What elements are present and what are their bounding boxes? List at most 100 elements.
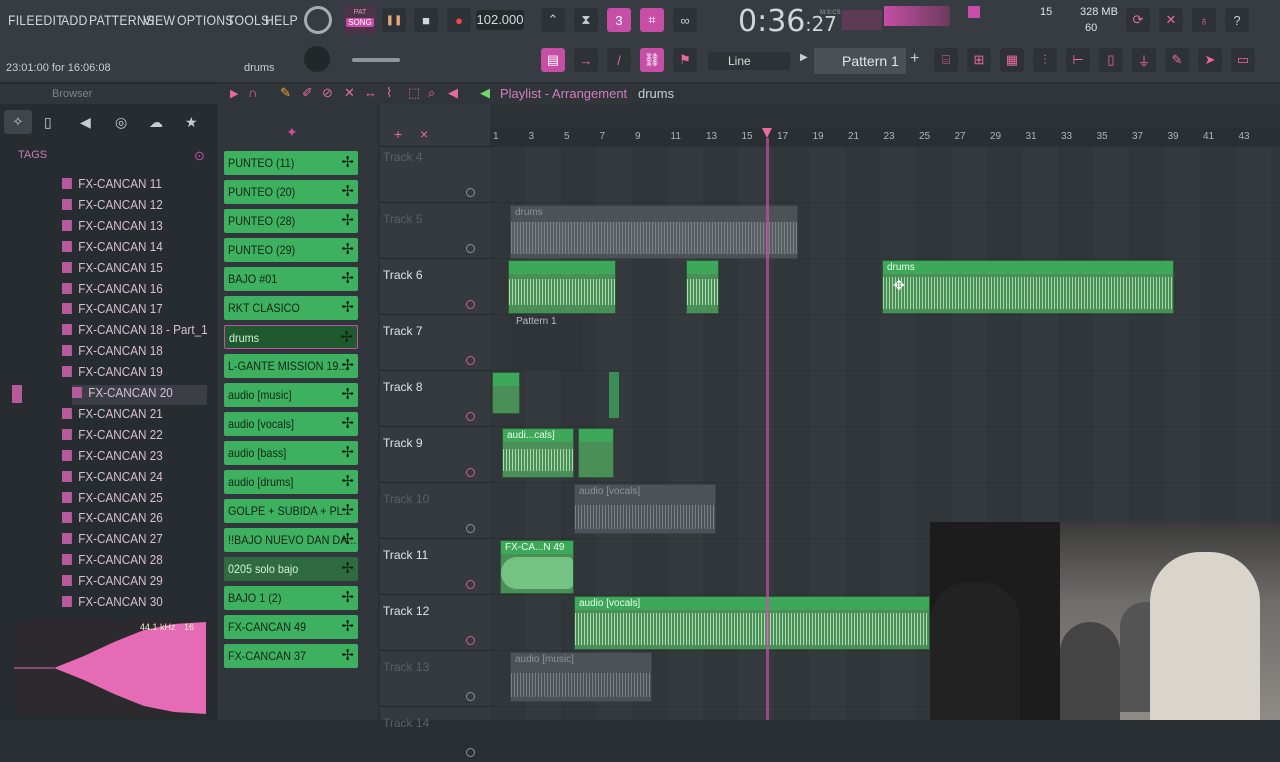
picker-channel-item[interactable]: PUNTEO (29) ✢ xyxy=(224,238,358,262)
picker-channel-item[interactable]: audio [music] ✢ xyxy=(224,383,358,407)
tools-icon[interactable]: ✕ xyxy=(1159,8,1183,32)
clip-drums-track6[interactable]: drums xyxy=(882,260,1174,314)
menu-tools[interactable]: TOOLS xyxy=(227,12,269,28)
mute-tool-icon[interactable]: ✕ xyxy=(344,85,355,101)
add-track-icon[interactable]: + xyxy=(394,126,402,142)
clip-audio-vocals-track12[interactable]: audio [vocals] xyxy=(574,596,930,650)
drag-handle-icon[interactable]: ✢ xyxy=(341,528,354,552)
browser-file-item[interactable]: FX-CANCAN 13 xyxy=(62,218,197,238)
picker-channel-item[interactable]: FX-CANCAN 49 ✢ xyxy=(224,615,358,639)
send-icon[interactable]: ➤ xyxy=(1198,48,1222,72)
browser-files-icon[interactable]: ▯ xyxy=(44,114,52,131)
browser-file-item[interactable]: FX-CANCAN 17 xyxy=(62,301,197,321)
track-mute-icon[interactable] xyxy=(466,188,475,197)
magnet-icon[interactable]: ∩ xyxy=(248,85,257,100)
wait-record-icon[interactable]: ⧗ xyxy=(574,8,598,32)
countdown-icon[interactable]: 3 xyxy=(607,8,631,32)
drag-handle-icon[interactable]: ✢ xyxy=(341,383,354,407)
browser-file-item[interactable]: FX-CANCAN 21 xyxy=(62,406,197,426)
drag-handle-icon[interactable]: ✢ xyxy=(341,470,354,494)
track-header[interactable]: Track 6 xyxy=(383,268,423,282)
pen-icon[interactable]: ✎ xyxy=(1165,48,1189,72)
menu-file[interactable]: FILE xyxy=(8,12,35,28)
track-mute-icon[interactable] xyxy=(466,412,475,421)
track-mute-icon[interactable] xyxy=(466,692,475,701)
clip-drums-track5[interactable]: drums xyxy=(510,205,798,259)
picker-channel-item[interactable]: BAJO 1 (2) ✢ xyxy=(224,586,358,610)
track-mute-icon[interactable] xyxy=(466,636,475,645)
browser-file-item[interactable]: FX-CANCAN 12 xyxy=(62,197,197,217)
track-header[interactable]: Track 4 xyxy=(383,150,423,164)
drag-handle-icon[interactable]: ✢ xyxy=(341,644,354,668)
browser-file-item[interactable]: FX-CANCAN 29 xyxy=(62,573,197,593)
picker-channel-item[interactable]: audio [vocals] ✢ xyxy=(224,412,358,436)
picker-channel-item[interactable]: PUNTEO (11) ✢ xyxy=(224,151,358,175)
piano-roll-icon[interactable]: ▦ xyxy=(1000,48,1024,72)
playlist-icon[interactable]: ▤ xyxy=(541,48,565,72)
track-header[interactable]: Track 11 xyxy=(383,548,428,562)
clip-fx-cancan-49-track11[interactable]: FX-CA...N 49 xyxy=(500,540,574,594)
clip-audio-vocals-track9[interactable]: audi...cals] xyxy=(502,428,574,478)
browser-file-item[interactable]: FX-CANCAN 22 xyxy=(62,427,197,447)
browser-file-item[interactable]: FX-CANCAN 26 xyxy=(62,510,197,530)
drag-handle-icon[interactable]: ✢ xyxy=(341,354,354,378)
browser-file-item[interactable]: FX-CANCAN 19 xyxy=(62,364,197,384)
drag-handle-icon[interactable]: ✢ xyxy=(341,441,354,465)
track-header[interactable]: Track 7 xyxy=(383,324,423,338)
drag-handle-icon[interactable]: ✢ xyxy=(341,412,354,436)
track-header[interactable]: Track 12 xyxy=(383,604,429,618)
browser-cloud-icon[interactable]: ☁ xyxy=(149,114,163,131)
picker-channel-item[interactable]: 0205 solo bajo ✢ xyxy=(224,557,358,581)
channel-rack-icon[interactable]: ⊞ xyxy=(967,48,991,72)
link-icon[interactable]: ⛓ xyxy=(640,48,664,72)
tempo-display[interactable]: 102.000 xyxy=(476,10,524,30)
playback-tool-icon[interactable]: ◀ xyxy=(448,85,458,101)
drag-handle-icon[interactable]: ✢ xyxy=(341,615,354,639)
browser-file-item[interactable]: FX-CANCAN 15 xyxy=(62,260,197,280)
drag-handle-icon[interactable]: ✢ xyxy=(341,557,354,581)
menu-edit[interactable]: EDIT xyxy=(35,12,64,28)
tree-icon[interactable]: ⊢ xyxy=(1066,48,1090,72)
drag-handle-icon[interactable]: ✢ xyxy=(341,238,354,262)
track-mute-icon[interactable] xyxy=(466,244,475,253)
drag-handle-icon[interactable]: ✢ xyxy=(341,151,354,175)
draw-tool-icon[interactable]: ✎ xyxy=(280,85,291,101)
step-edit-icon[interactable]: ⌗ xyxy=(640,8,664,32)
clip-track6-b[interactable] xyxy=(686,260,719,314)
record-button[interactable]: ● xyxy=(447,8,471,32)
picker-pattern-icon[interactable]: ✦ xyxy=(286,124,298,141)
browser-file-item[interactable]: FX-CANCAN 14 xyxy=(62,239,197,259)
tags-label[interactable]: TAGS xyxy=(18,149,47,161)
clip-track9-b[interactable] xyxy=(578,428,614,478)
drag-handle-icon[interactable]: ✢ xyxy=(341,267,354,291)
browser-file-item[interactable]: FX-CANCAN 23 xyxy=(62,448,197,468)
template-icon[interactable]: ▭ xyxy=(1231,48,1255,72)
menu-options[interactable]: OPTIONS xyxy=(177,12,234,28)
metronome-icon[interactable]: ⌃ xyxy=(541,8,565,32)
pat-song-toggle[interactable]: PAT SONG xyxy=(344,6,376,34)
snap-selector[interactable]: Line xyxy=(708,52,790,70)
clip-audio-music-track13[interactable]: audio [music] xyxy=(510,652,652,702)
browser-file-item[interactable]: FX-CANCAN 18 - Part_1 xyxy=(62,322,208,342)
browser-file-item[interactable]: FX-CANCAN 20 xyxy=(72,385,207,405)
picker-channel-item[interactable]: audio [drums] ✢ xyxy=(224,470,358,494)
browser-file-item[interactable]: FX-CANCAN 16 xyxy=(62,281,197,301)
browser-search-icon[interactable]: ⊙ xyxy=(194,148,205,164)
browser-star-icon[interactable]: ★ xyxy=(185,114,198,131)
picker-channel-item[interactable]: PUNTEO (20) ✢ xyxy=(224,180,358,204)
mic-icon[interactable]: ♁ xyxy=(1192,8,1216,32)
add-pattern-icon[interactable]: + xyxy=(910,50,919,68)
drag-handle-icon[interactable]: ✢ xyxy=(341,586,354,610)
track-mute-icon[interactable] xyxy=(466,356,475,365)
master-pitch-knob[interactable] xyxy=(304,46,330,72)
track-mute-icon[interactable] xyxy=(466,468,475,477)
browser-file-item[interactable]: FX-CANCAN 24 xyxy=(62,469,197,489)
loop-record-icon[interactable]: ∞ xyxy=(673,8,697,32)
drag-handle-icon[interactable]: ✢ xyxy=(340,326,353,348)
playlist-menu-icon[interactable]: ▶ xyxy=(230,87,238,100)
arrow-icon[interactable]: → xyxy=(574,48,598,72)
browser-file-item[interactable]: FX-CANCAN 30 xyxy=(62,594,197,614)
playlist-arrow-icon[interactable]: ◀ xyxy=(480,85,490,101)
select-tool-icon[interactable]: ⬚ xyxy=(408,85,420,101)
track-mute-icon[interactable] xyxy=(466,300,475,309)
